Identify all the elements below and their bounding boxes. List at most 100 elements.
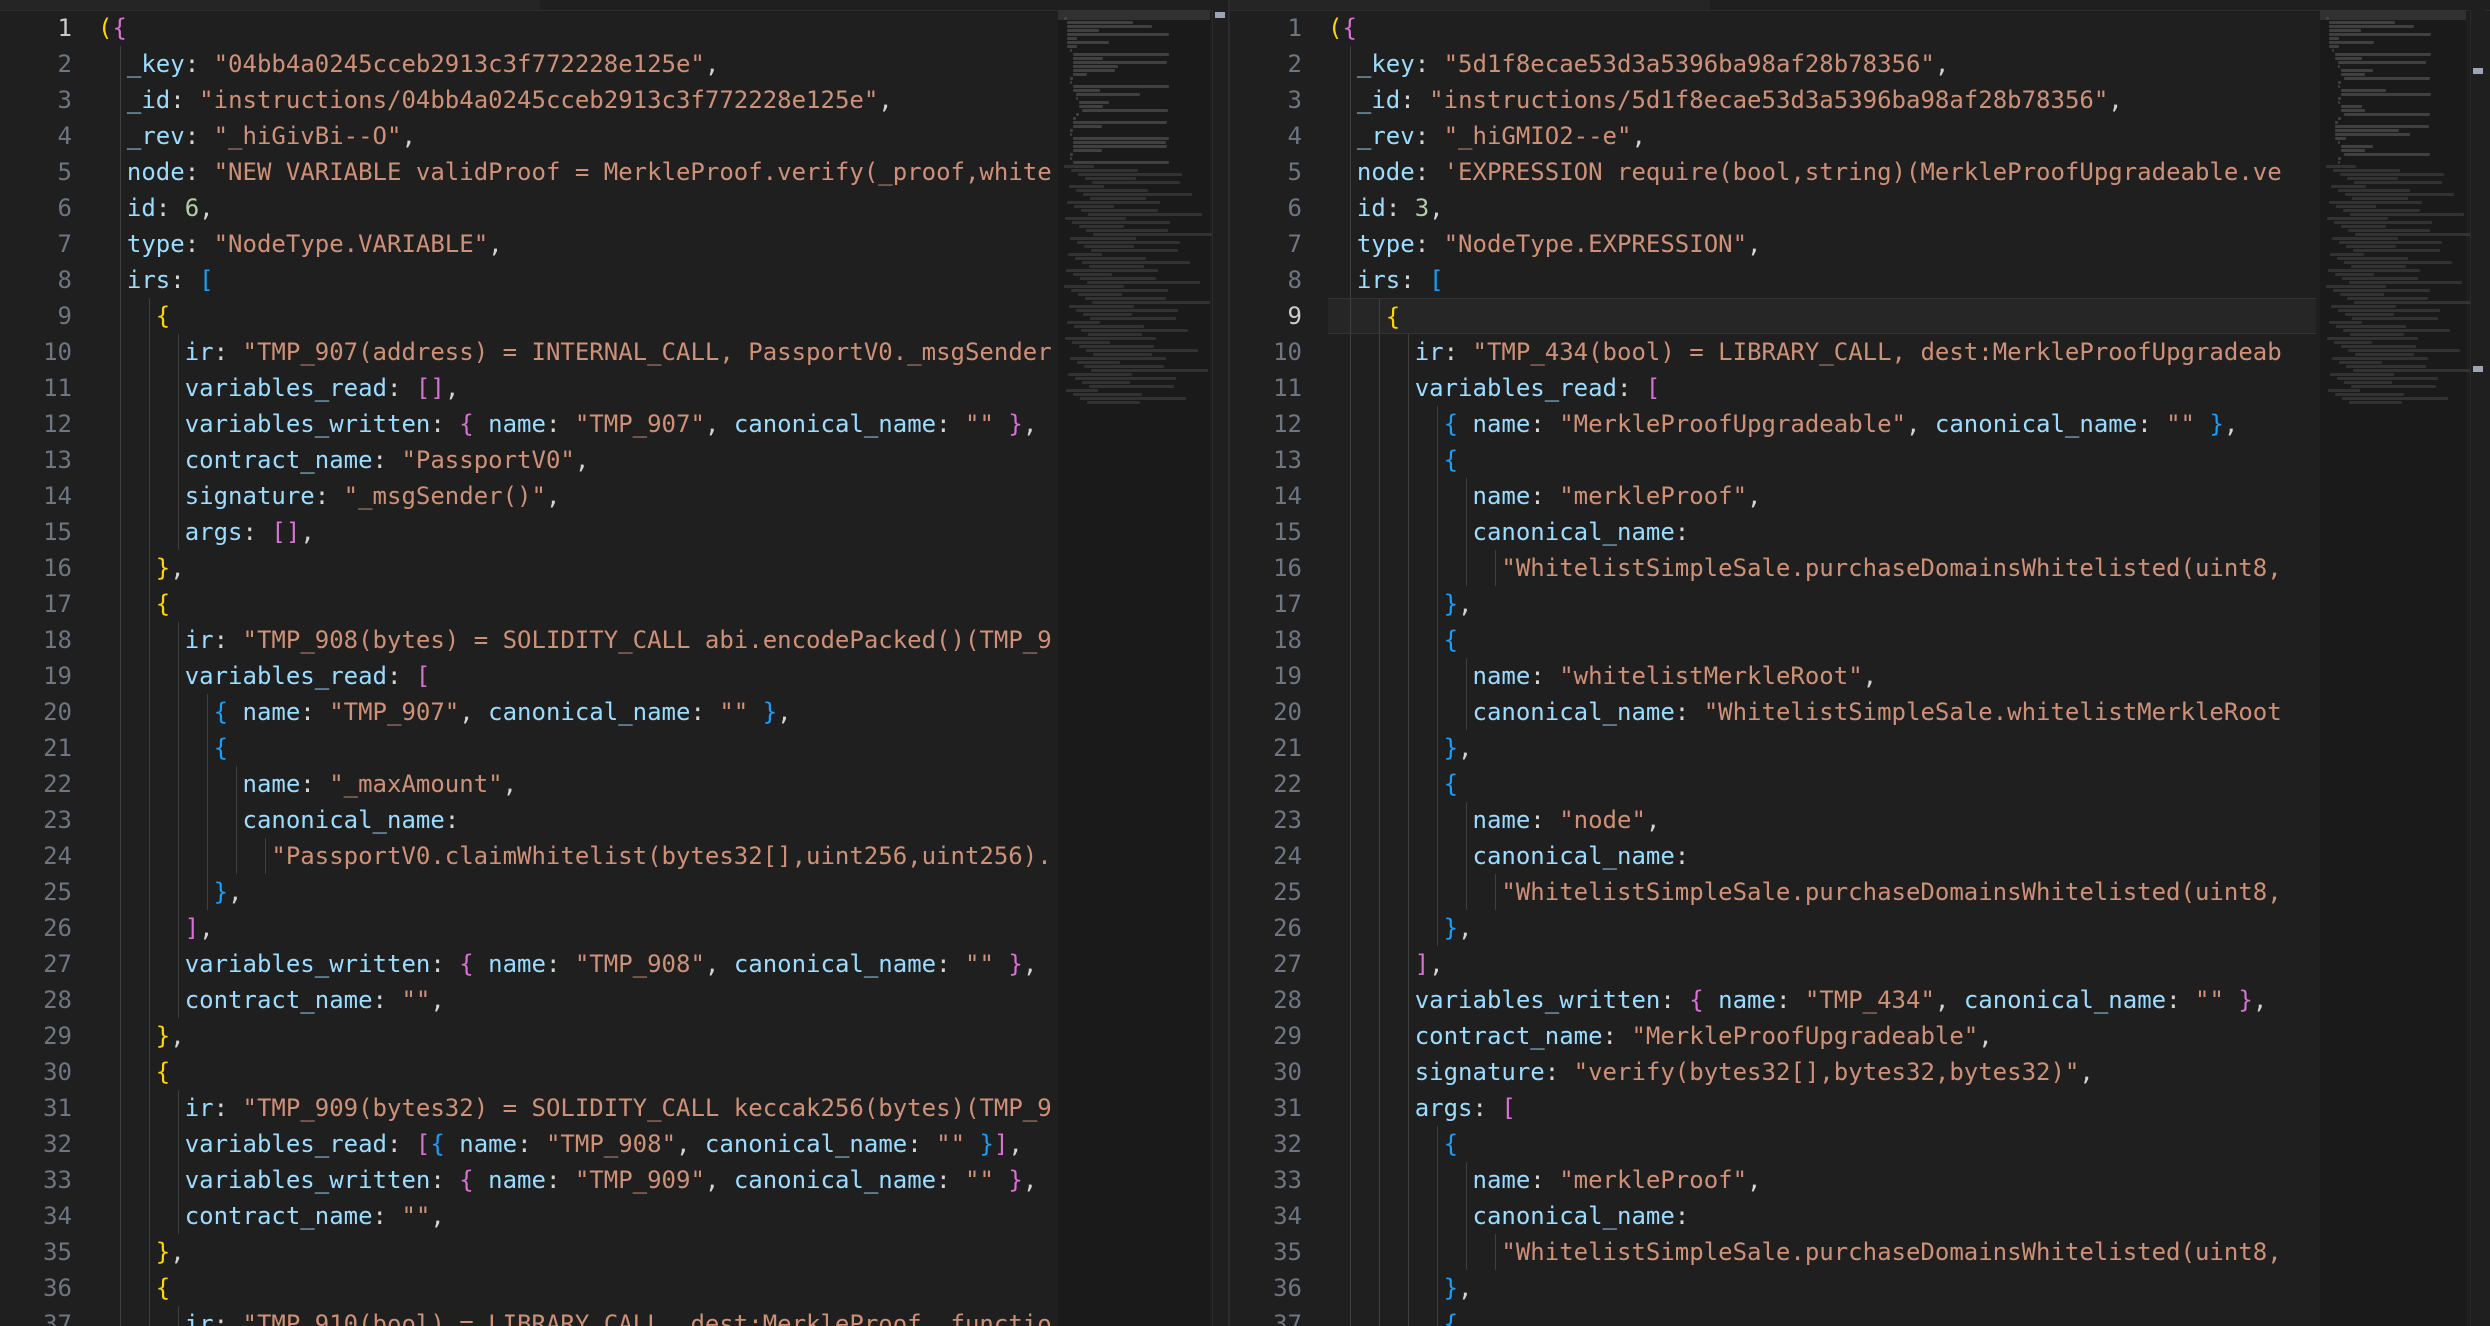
code-line[interactable]: _key: "5d1f8ecae53d3a5396ba98af28b78356"… [1328, 46, 2316, 82]
code-line[interactable]: variables_read: [{ name: "TMP_908", cano… [98, 1126, 1054, 1162]
code-line[interactable]: _rev: "_hiGivBi--O", [98, 118, 1054, 154]
code-line[interactable]: ({ [98, 10, 1054, 46]
code-line[interactable]: name: "whitelistMerkleRoot", [1328, 658, 2316, 694]
code-line[interactable]: }, [1328, 730, 2316, 766]
code-line[interactable]: id: 3, [1328, 190, 2316, 226]
code-line[interactable]: contract_name: "PassportV0", [98, 442, 1054, 478]
code-line[interactable]: contract_name: "", [98, 982, 1054, 1018]
code-line[interactable]: { [98, 298, 1054, 334]
left-active-tab[interactable] [0, 0, 540, 10]
code-line[interactable]: }, [98, 550, 1054, 586]
right-active-tab[interactable] [1230, 0, 1710, 10]
code-line[interactable]: node: "NEW VARIABLE validProof = MerkleP… [98, 154, 1054, 190]
right-scrollbar-thumb[interactable] [2473, 68, 2483, 74]
code-line[interactable]: }, [1328, 910, 2316, 946]
minimap-line [1070, 77, 1074, 80]
code-line[interactable]: type: "NodeType.EXPRESSION", [1328, 226, 2316, 262]
code-line[interactable]: }, [98, 1234, 1054, 1270]
code-line[interactable]: name: "node", [1328, 802, 2316, 838]
code-line[interactable]: variables_read: [], [98, 370, 1054, 406]
code-line[interactable]: }, [98, 1018, 1054, 1054]
code-line[interactable]: { name: "MerkleProofUpgradeable", canoni… [1328, 406, 2316, 442]
indent-guide [1350, 694, 1352, 730]
indent-guide [1350, 838, 1352, 874]
left-vertical-scrollbar[interactable] [1212, 10, 1227, 1326]
code-line[interactable]: { [1328, 298, 2316, 334]
code-line[interactable]: "WhitelistSimpleSale.purchaseDomainsWhit… [1328, 874, 2316, 910]
right-vertical-scrollbar[interactable] [2470, 10, 2485, 1326]
code-line[interactable]: ir: "TMP_907(address) = INTERNAL_CALL, P… [98, 334, 1054, 370]
minimap-line [2338, 189, 2410, 192]
indent-guide [1350, 874, 1352, 910]
right-code-area[interactable]: ({ _key: "5d1f8ecae53d3a5396ba98af28b783… [1328, 10, 2316, 1326]
code-line[interactable]: _id: "instructions/5d1f8ecae53d3a5396ba9… [1328, 82, 2316, 118]
code-line[interactable]: { [98, 1270, 1054, 1306]
code-line[interactable]: ir: "TMP_908(bytes) = SOLIDITY_CALL abi.… [98, 622, 1054, 658]
code-line[interactable]: irs: [ [1328, 262, 2316, 298]
code-line[interactable]: }, [1328, 586, 2316, 622]
code-line[interactable]: ], [98, 910, 1054, 946]
code-line[interactable]: "PassportV0.claimWhitelist(bytes32[],uin… [98, 838, 1054, 874]
code-line[interactable]: name: "merkleProof", [1328, 1162, 2316, 1198]
code-line[interactable]: name: "_maxAmount", [98, 766, 1054, 802]
code-line[interactable]: args: [], [98, 514, 1054, 550]
code-line[interactable]: variables_written: { name: "TMP_907", ca… [98, 406, 1054, 442]
code-line[interactable]: variables_read: [ [98, 658, 1054, 694]
code-line[interactable]: contract_name: "", [98, 1198, 1054, 1234]
code-line[interactable]: node: 'EXPRESSION require(bool,string)(M… [1328, 154, 2316, 190]
code-line[interactable]: "WhitelistSimpleSale.purchaseDomainsWhit… [1328, 550, 2316, 586]
code-line[interactable]: ], [1328, 946, 2316, 982]
code-line[interactable]: ir: "TMP_909(bytes32) = SOLIDITY_CALL ke… [98, 1090, 1054, 1126]
code-line[interactable]: ir: "TMP_434(bool) = LIBRARY_CALL, dest:… [1328, 334, 2316, 370]
left-code-editor[interactable]: 1 2 3 4 5 6 7 8 9 10 11 12 13 14 15 16 17 18 19 20 21 22 23 24 2… [0, 10, 1054, 1326]
code-line[interactable]: canonical_name: "WhitelistSimpleSale.whi… [1328, 694, 2316, 730]
left-scrollbar-thumb[interactable] [1215, 12, 1225, 18]
code-token: : [300, 698, 330, 726]
code-line[interactable]: ir: "TMP_910(bool) = LIBRARY_CALL, dest:… [98, 1306, 1054, 1326]
code-line[interactable]: _key: "04bb4a0245cceb2913c3f772228e125e"… [98, 46, 1054, 82]
code-line[interactable]: }, [98, 874, 1054, 910]
code-line[interactable]: signature: "verify(bytes32[],bytes32,byt… [1328, 1054, 2316, 1090]
line-number: 23 [43, 806, 72, 834]
code-line[interactable]: canonical_name: [98, 802, 1054, 838]
code-line[interactable]: ({ [1328, 10, 2316, 46]
code-line[interactable]: id: 6, [98, 190, 1054, 226]
right-minimap[interactable] [2320, 10, 2474, 1326]
right-minimap-slider[interactable] [2320, 10, 2466, 20]
code-line[interactable]: type: "NodeType.VARIABLE", [98, 226, 1054, 262]
code-line[interactable]: "WhitelistSimpleSale.purchaseDomainsWhit… [1328, 1234, 2316, 1270]
code-line[interactable]: { [98, 1054, 1054, 1090]
code-line[interactable]: { [1328, 1306, 2316, 1326]
code-line[interactable]: variables_written: { name: "TMP_909", ca… [98, 1162, 1054, 1198]
minimap-line [1073, 53, 1169, 56]
code-line[interactable]: _id: "instructions/04bb4a0245cceb2913c3f… [98, 82, 1054, 118]
code-token: "" [965, 410, 994, 438]
minimap-line [2338, 65, 2340, 68]
code-line[interactable]: variables_read: [ [1328, 370, 2316, 406]
code-line[interactable]: signature: "_msgSender()", [98, 478, 1054, 514]
code-line[interactable]: irs: [ [98, 262, 1054, 298]
code-line[interactable]: args: [ [1328, 1090, 2316, 1126]
left-code-area[interactable]: ({ _key: "04bb4a0245cceb2913c3f772228e12… [98, 10, 1054, 1326]
code-line[interactable]: contract_name: "MerkleProofUpgradeable", [1328, 1018, 2316, 1054]
code-line[interactable]: { [98, 730, 1054, 766]
code-line[interactable]: { name: "TMP_907", canonical_name: "" }, [98, 694, 1054, 730]
code-line[interactable]: canonical_name: [1328, 838, 2316, 874]
code-line[interactable]: variables_written: { name: "TMP_908", ca… [98, 946, 1054, 982]
right-code-editor[interactable]: 1 2 3 4 5 6 7 8 9 10 11 12 13 14 15 16 17 18 19 20 21 22 23 24 2… [1230, 10, 2316, 1326]
code-line[interactable]: { [1328, 622, 2316, 658]
code-line[interactable]: name: "merkleProof", [1328, 478, 2316, 514]
left-minimap-slider[interactable] [1058, 10, 1210, 20]
line-number: 10 [1273, 338, 1302, 366]
code-line[interactable]: canonical_name: [1328, 1198, 2316, 1234]
code-line[interactable]: { [1328, 442, 2316, 478]
code-line[interactable]: canonical_name: [1328, 514, 2316, 550]
code-line[interactable]: variables_written: { name: "TMP_434", ca… [1328, 982, 2316, 1018]
code-line[interactable]: { [1328, 766, 2316, 802]
code-line[interactable]: { [1328, 1126, 2316, 1162]
code-line[interactable]: { [98, 586, 1054, 622]
code-line[interactable]: }, [1328, 1270, 2316, 1306]
left-minimap[interactable] [1058, 10, 1212, 1326]
code-line[interactable]: _rev: "_hiGMIO2--e", [1328, 118, 2316, 154]
